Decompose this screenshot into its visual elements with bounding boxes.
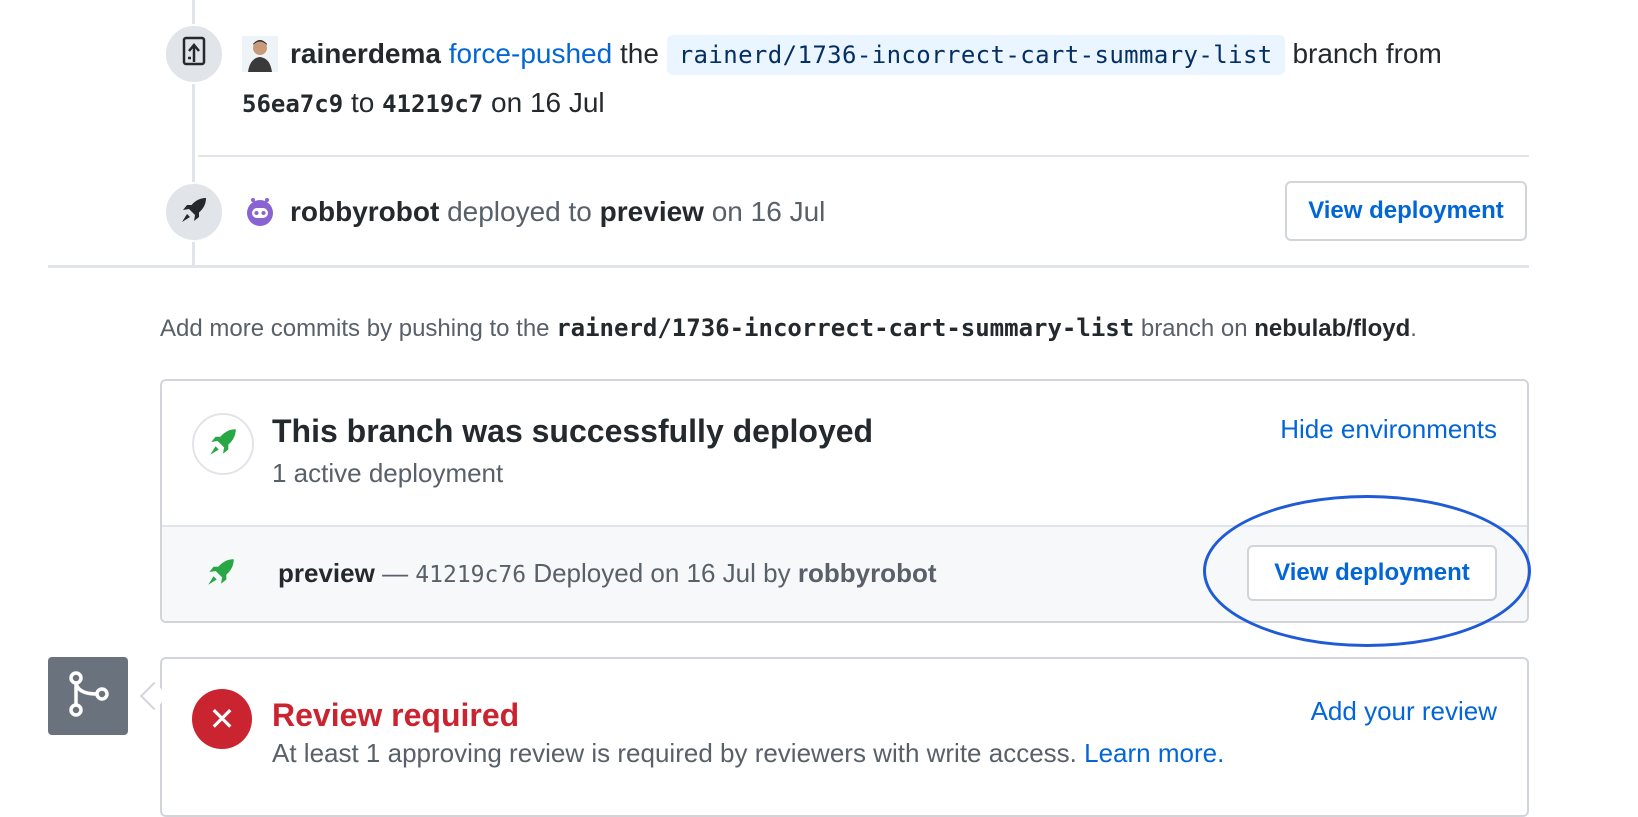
force-push-link[interactable]: force-pushed xyxy=(449,38,612,69)
rocket-icon xyxy=(178,194,210,231)
timestamp[interactable]: on 16 Jul xyxy=(491,87,605,118)
push-hint: Add more commits by pushing to the raine… xyxy=(160,308,1417,349)
avatar[interactable] xyxy=(242,36,278,72)
highlight-annotation xyxy=(1203,495,1531,647)
deploy-success-badge xyxy=(192,413,254,475)
deployment-environment: preview xyxy=(278,558,375,588)
deployments-title: This branch was successfully deployed xyxy=(272,413,874,449)
environment-name: preview xyxy=(599,196,704,227)
close-icon: ✕ xyxy=(192,689,252,749)
hint-prefix: Add more commits by pushing to the xyxy=(160,315,550,342)
deployment-sha[interactable]: 41219c76 xyxy=(415,562,526,588)
deployment-row-text: preview — 41219c76 Deployed on 16 Jul by… xyxy=(278,549,937,599)
review-description-line: At least 1 approving review is required … xyxy=(272,735,1224,771)
text-branch-from: branch from xyxy=(1292,38,1442,69)
timeline-divider xyxy=(198,155,1529,157)
to-sha-link[interactable]: 41219c7 xyxy=(382,90,483,118)
add-review-link[interactable]: Add your review xyxy=(1311,693,1497,729)
review-title: Review required xyxy=(272,697,520,733)
timestamp[interactable]: on 16 Jul xyxy=(712,196,826,227)
deploy-event-text: robbyrobot deployed to preview on 16 Jul xyxy=(290,190,825,234)
rocket-icon xyxy=(206,425,240,464)
deployment-info: Deployed on 16 Jul by xyxy=(533,558,791,588)
repo-push-icon xyxy=(181,36,207,73)
hint-suffix: . xyxy=(1410,315,1417,342)
force-push-text: rainerdema force-pushed the rainerd/1736… xyxy=(290,32,1442,77)
text-the: the xyxy=(619,38,659,69)
rocket-icon xyxy=(204,555,238,594)
learn-more-link[interactable]: Learn more. xyxy=(1084,738,1224,768)
actor-link[interactable]: rainerdema xyxy=(290,38,441,69)
review-panel: ✕ Review required At least 1 approving r… xyxy=(160,657,1529,817)
text-deployed-to: deployed to xyxy=(447,196,592,227)
view-deployment-button[interactable]: View deployment xyxy=(1285,181,1527,241)
hint-branch: rainerd/1736-incorrect-cart-summary-list xyxy=(556,314,1135,342)
deploy-badge xyxy=(164,182,224,242)
hint-repo: nebulab/floyd xyxy=(1254,315,1411,342)
bot-actor-link[interactable]: robbyrobot xyxy=(290,196,439,227)
force-push-text-line2: 56ea7c9 to 41219c7 on 16 Jul xyxy=(242,81,605,126)
bot-avatar[interactable] xyxy=(244,196,280,232)
review-description: At least 1 approving review is required … xyxy=(272,738,1077,768)
merge-status-badge xyxy=(48,657,128,735)
branch-name-pill[interactable]: rainerd/1736-incorrect-cart-summary-list xyxy=(666,35,1285,75)
deployer-link[interactable]: robbyrobot xyxy=(798,558,937,588)
text-to: to xyxy=(350,87,375,118)
force-push-badge xyxy=(164,24,224,84)
timeline-end-divider xyxy=(48,265,1529,268)
hide-environments-link[interactable]: Hide environments xyxy=(1280,411,1497,447)
git-merge-icon xyxy=(64,670,112,723)
hint-middle: branch on xyxy=(1140,315,1248,342)
from-sha-link[interactable]: 56ea7c9 xyxy=(242,90,343,118)
deployments-subtitle: 1 active deployment xyxy=(272,458,504,488)
text-dash: — xyxy=(382,558,409,588)
